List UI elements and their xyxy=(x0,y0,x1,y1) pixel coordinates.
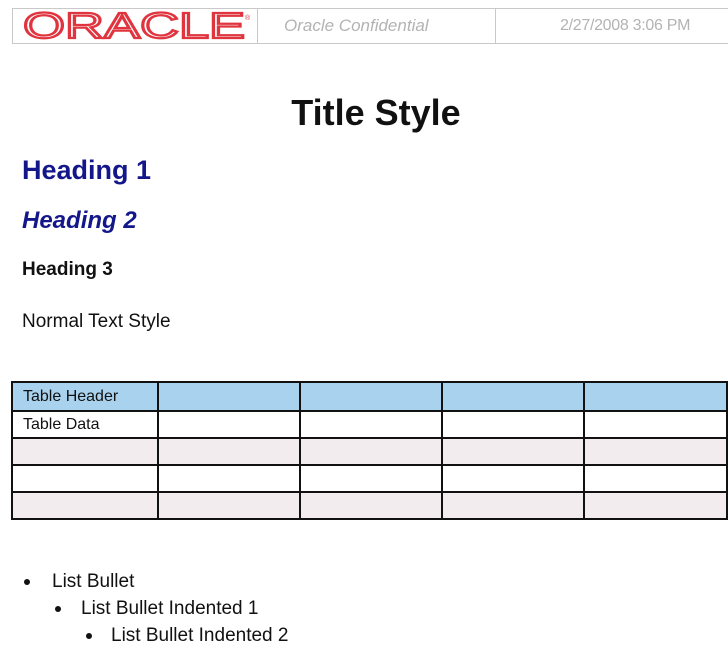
bullet-dot-icon xyxy=(55,606,61,612)
header-date: 2/27/2008 3:06 PM xyxy=(560,17,691,34)
table-cell xyxy=(298,410,443,439)
table-cell xyxy=(10,437,160,466)
table-cell xyxy=(157,437,301,466)
table-cell xyxy=(157,464,301,493)
table-cell xyxy=(298,464,443,493)
bullet-dot-icon xyxy=(86,633,92,639)
document-header: ORACLE ® Oracle Confidential 2/27/2008 3… xyxy=(12,8,728,44)
logo-cell: ORACLE ® xyxy=(13,9,258,43)
table-cell xyxy=(583,437,728,466)
table-row xyxy=(10,464,728,493)
list-item-text: List Bullet Indented 1 xyxy=(81,598,259,619)
table-cell xyxy=(298,491,443,520)
bullet-dot-icon xyxy=(24,579,30,585)
table-header-cell: Table Header xyxy=(10,381,160,412)
table-cell xyxy=(10,491,160,520)
table-header-cell xyxy=(583,381,728,412)
table-cell xyxy=(583,410,728,439)
table-cell xyxy=(157,410,301,439)
table-cell xyxy=(583,464,728,493)
title-style: Title Style xyxy=(291,92,461,133)
table-header-cell xyxy=(298,381,443,412)
table-cell xyxy=(440,491,586,520)
svg-text:®: ® xyxy=(245,14,251,22)
sample-table: Table Header Table Data xyxy=(10,381,728,520)
table-cell xyxy=(10,464,160,493)
table-cell xyxy=(440,410,586,439)
table-cell xyxy=(583,491,728,520)
heading-3: Heading 3 xyxy=(22,259,113,280)
table-row: Table Data xyxy=(10,410,728,439)
table-cell xyxy=(298,437,443,466)
table-header-cell xyxy=(157,381,301,412)
oracle-logo: ORACLE ® xyxy=(23,11,251,41)
table-header-row: Table Header xyxy=(10,381,728,412)
table-row xyxy=(10,437,728,466)
table-header-cell xyxy=(440,381,586,412)
table-cell xyxy=(157,491,301,520)
normal-text: Normal Text Style xyxy=(22,311,171,332)
confidential-label: Oracle Confidential xyxy=(258,9,496,43)
table-cell xyxy=(440,437,586,466)
heading-1: Heading 1 xyxy=(22,155,152,185)
table-cell xyxy=(440,464,586,493)
heading-2: Heading 2 xyxy=(22,207,137,234)
svg-text:ORACLE: ORACLE xyxy=(23,11,245,41)
list-item-text: List Bullet xyxy=(52,571,135,592)
table-cell: Table Data xyxy=(10,410,160,439)
table-row xyxy=(10,491,728,520)
